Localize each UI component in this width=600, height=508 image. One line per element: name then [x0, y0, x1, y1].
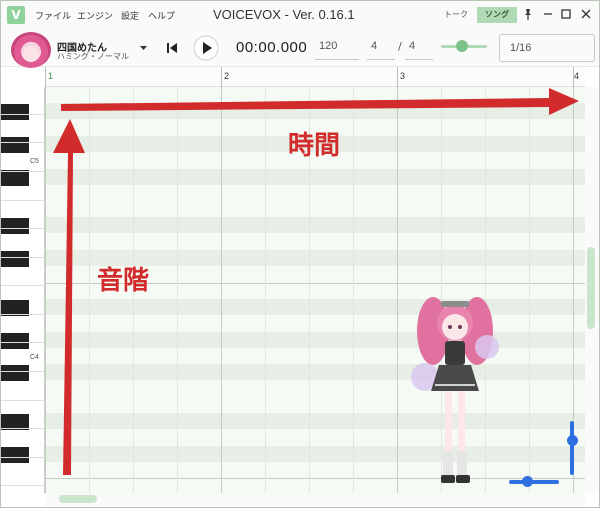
- tab-song[interactable]: ソング: [477, 7, 517, 23]
- app-logo: V: [7, 6, 25, 24]
- horizontal-scroll-thumb[interactable]: [59, 495, 97, 503]
- time-annotation: 時間: [288, 131, 341, 161]
- menu-help[interactable]: ヘルプ: [148, 9, 175, 22]
- white-key[interactable]: [1, 87, 45, 115]
- white-key[interactable]: [1, 287, 45, 315]
- horizontal-scrollbar[interactable]: [45, 493, 585, 507]
- ruler-measure-2: 2: [224, 71, 230, 81]
- white-key[interactable]: [1, 115, 45, 143]
- white-key[interactable]: [1, 458, 45, 486]
- beats-input[interactable]: 4: [367, 34, 395, 60]
- white-key[interactable]: [1, 487, 45, 507]
- grid-row[interactable]: [45, 185, 585, 201]
- beat-line: [265, 87, 266, 493]
- character-illustration: [411, 297, 499, 483]
- menu-engine[interactable]: エンジン: [77, 9, 113, 22]
- vertical-zoom-slider[interactable]: [570, 421, 574, 475]
- pin-icon[interactable]: [521, 7, 535, 21]
- maximize-icon[interactable]: [559, 7, 573, 21]
- beat-line: [529, 87, 530, 493]
- grid-row[interactable]: [45, 168, 585, 185]
- close-icon[interactable]: [579, 7, 593, 21]
- volume-slider-thumb[interactable]: [455, 40, 468, 52]
- grid-row[interactable]: [45, 234, 585, 250]
- vertical-scroll-thumb[interactable]: [587, 247, 595, 329]
- white-key[interactable]: [1, 230, 45, 258]
- ruler-tick: [45, 67, 46, 87]
- window-title: VOICEVOX - Ver. 0.16.1: [213, 7, 355, 22]
- song-toolbar: 四国めたん ハミング・ノーマル 00:00.000 120 4 / 4 1/16: [1, 29, 599, 68]
- tempo-input[interactable]: 120: [315, 34, 359, 60]
- pitch-annotation: 音階: [97, 266, 150, 296]
- white-key[interactable]: [1, 173, 45, 201]
- play-icon[interactable]: [193, 35, 219, 61]
- white-key[interactable]: [1, 258, 45, 286]
- white-key[interactable]: [1, 344, 45, 372]
- white-key[interactable]: [1, 144, 45, 172]
- minimize-icon[interactable]: [541, 7, 555, 21]
- tab-talk[interactable]: トーク: [439, 7, 473, 23]
- menu-file[interactable]: ファイル: [35, 9, 71, 22]
- menu-settings[interactable]: 設定: [121, 9, 139, 22]
- vertical-scrollbar[interactable]: [585, 87, 599, 493]
- white-key[interactable]: [1, 430, 45, 458]
- playhead-time: 00:00.000: [236, 39, 308, 56]
- beat-type-input[interactable]: 4: [405, 34, 433, 60]
- grid-row[interactable]: [45, 87, 585, 103]
- ruler-measure-4: 4: [574, 71, 580, 81]
- app-window: V ファイル エンジン 設定 ヘルプ VOICEVOX - Ver. 0.16.…: [0, 0, 600, 508]
- white-key[interactable]: [1, 373, 45, 401]
- ruler-measure-1: 1: [48, 71, 54, 81]
- piano-keyboard[interactable]: C5 C4: [1, 87, 45, 493]
- grid-row[interactable]: [45, 201, 585, 217]
- beat-line: [89, 87, 90, 493]
- grid-row[interactable]: [45, 103, 585, 120]
- grid-row[interactable]: [45, 217, 585, 234]
- snap-select[interactable]: 1/16: [499, 34, 595, 62]
- measure-line: [397, 87, 398, 493]
- white-key[interactable]: [1, 401, 45, 429]
- white-key[interactable]: [1, 201, 45, 229]
- beat-line: [353, 87, 354, 493]
- ruler-tick: [221, 67, 222, 87]
- horizontal-zoom-slider[interactable]: [509, 480, 559, 484]
- skip-back-icon[interactable]: [159, 35, 185, 61]
- horizontal-zoom-thumb[interactable]: [522, 476, 533, 487]
- measure-line: [45, 87, 46, 493]
- time-signature-separator: /: [398, 40, 402, 53]
- ruler-measure-3: 3: [400, 71, 406, 81]
- character-style[interactable]: ハミング・ノーマル: [57, 51, 129, 62]
- measure-ruler[interactable]: 1 2 3 4: [45, 67, 585, 87]
- measure-line: [221, 87, 222, 493]
- vertical-zoom-thumb[interactable]: [567, 435, 578, 446]
- character-avatar[interactable]: [11, 32, 51, 68]
- title-bar: V ファイル エンジン 設定 ヘルプ VOICEVOX - Ver. 0.16.…: [1, 1, 599, 29]
- dropdown-icon[interactable]: [139, 43, 148, 52]
- ruler-tick: [397, 67, 398, 87]
- beat-line: [177, 87, 178, 493]
- white-key[interactable]: [1, 315, 45, 343]
